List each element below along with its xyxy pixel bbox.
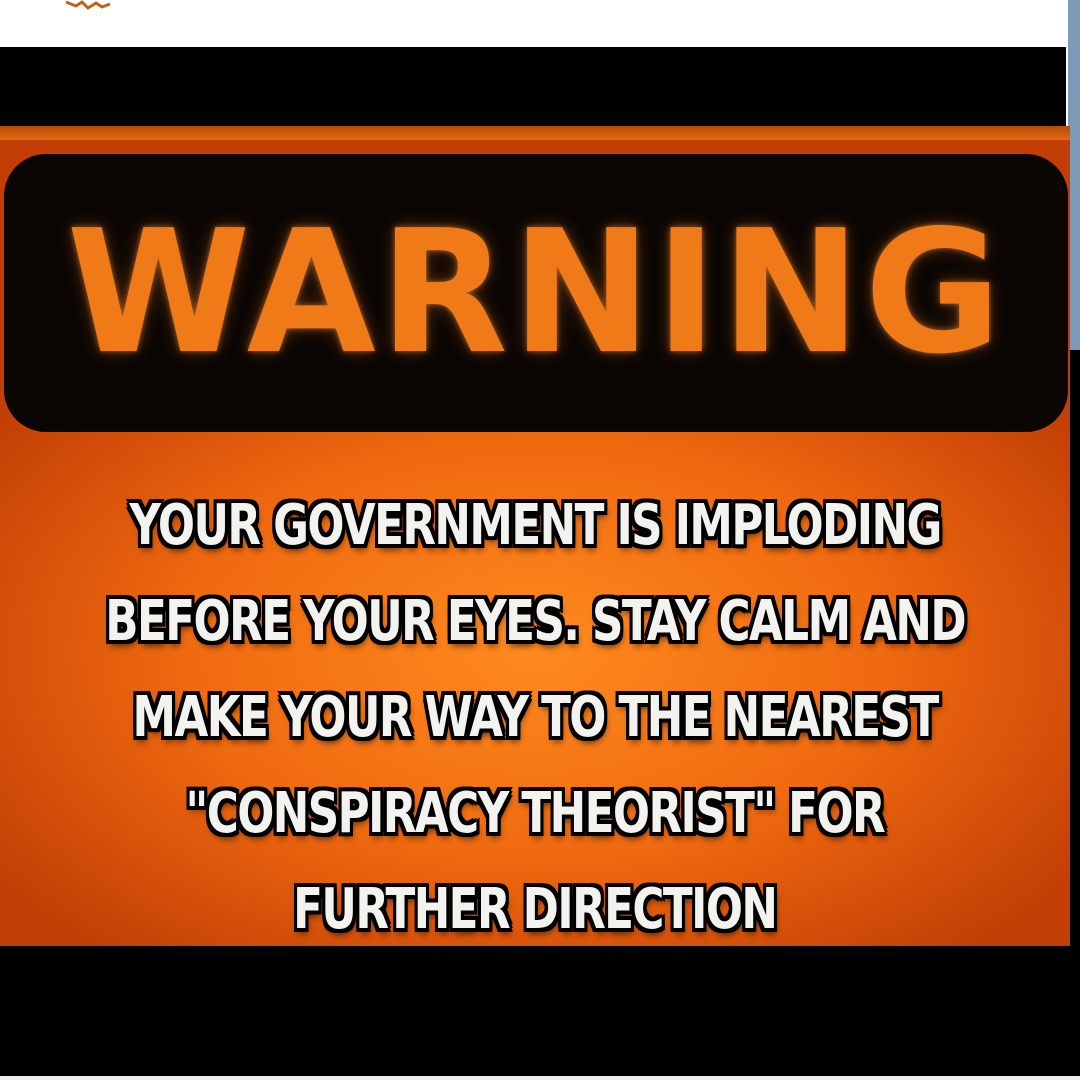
- warning-title-panel: WARNING: [4, 154, 1068, 432]
- message-line-1: YOUR GOVERNMENT IS IMPLODING: [129, 493, 942, 558]
- message-line-4: "CONSPIRACY THEORIST" FOR: [185, 781, 886, 846]
- message-line-2: BEFORE YOUR EYES. STAY CALM AND: [105, 589, 966, 654]
- top-white-strip: [0, 0, 1066, 47]
- warning-title: WARNING: [66, 194, 1006, 392]
- warning-message: YOUR GOVERNMENT IS IMPLODING BEFORE YOUR…: [0, 478, 1070, 958]
- message-line-5: FURTHER DIRECTION: [293, 877, 778, 942]
- meme-image: WARNING YOUR GOVERNMENT IS IMPLODING BEF…: [0, 0, 1080, 1080]
- bottom-edge-strip: [0, 1076, 1080, 1080]
- warning-sign: WARNING YOUR GOVERNMENT IS IMPLODING BEF…: [0, 126, 1070, 946]
- message-line-3: MAKE YOUR WAY TO THE NEAREST: [132, 685, 939, 750]
- cropped-logo-icon: [65, 0, 111, 10]
